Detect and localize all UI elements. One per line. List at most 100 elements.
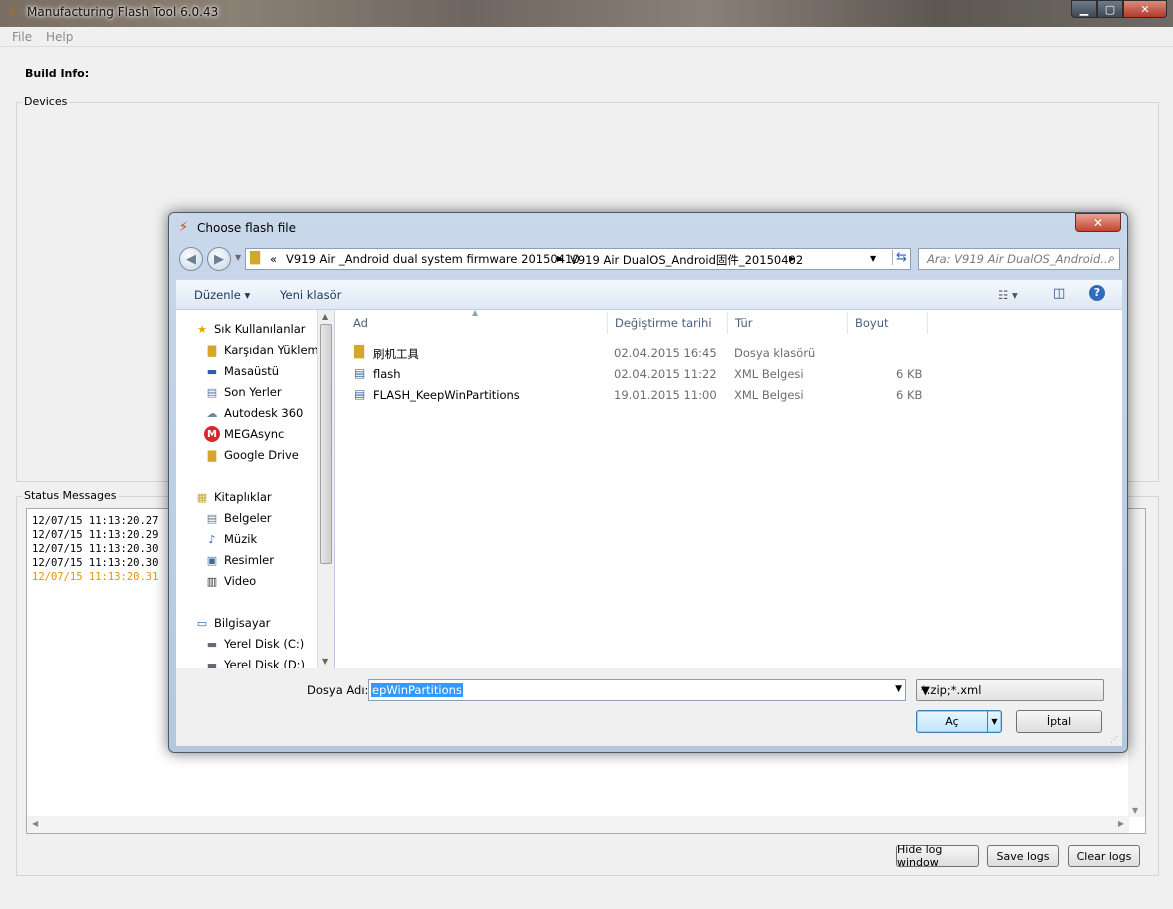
build-info-label: Build Info:: [25, 67, 90, 80]
nav-item-desktop[interactable]: ▬ Masaüstü: [204, 362, 279, 380]
search-box[interactable]: Ara: V919 Air DualOS_Android... ⌕: [918, 248, 1120, 270]
filename-selected-text: epWinPartitions: [371, 683, 463, 697]
new-folder-button[interactable]: Yeni klasör: [280, 288, 341, 302]
file-list-pane: ▲ Ad Değiştirme tarihi Tür Boyut ▇ 刷机工具 …: [335, 308, 1122, 668]
open-button[interactable]: Aç ▼: [916, 710, 1002, 733]
forward-button[interactable]: ▶: [207, 247, 231, 271]
breadcrumb-segment-2[interactable]: V919 Air DualOS_Android固件_20150402: [570, 252, 803, 268]
log-line: 12/07/15 11:13:20.27: [32, 515, 159, 527]
search-input[interactable]: Ara: V919 Air DualOS_Android...: [927, 252, 1111, 266]
dialog-close-button[interactable]: ✕: [1075, 213, 1121, 232]
devices-label: Devices: [22, 95, 70, 108]
refresh-icon[interactable]: ⇆: [892, 250, 907, 265]
sort-ascending-icon: ▲: [472, 308, 479, 317]
computer-icon: ▭: [196, 616, 208, 630]
maximize-button[interactable]: ▢: [1097, 0, 1123, 18]
nav-item-disk-d[interactable]: ▬ Yerel Disk (D:): [204, 656, 305, 668]
dialog-title: Choose flash file: [197, 221, 296, 235]
search-icon[interactable]: ⌕: [1108, 251, 1115, 266]
file-type-select[interactable]: *.zip;*.xml ▼: [916, 679, 1104, 701]
column-separator[interactable]: [607, 312, 608, 334]
app-flash-icon: ⚡: [8, 5, 17, 19]
filename-label: Dosya Adı:: [307, 683, 369, 697]
nav-item-google-drive[interactable]: ▇ Google Drive: [204, 446, 299, 464]
star-icon: ★: [197, 322, 207, 336]
column-separator[interactable]: [927, 312, 928, 334]
address-bar[interactable]: ▇ « V919 Air _Android dual system firmwa…: [245, 248, 911, 270]
breadcrumb-overflow[interactable]: «: [270, 252, 277, 266]
nav-libraries[interactable]: ▦ Kitaplıklar: [194, 488, 272, 506]
desktop-icon: ▬: [206, 364, 218, 378]
arrow-left-icon: ◀: [186, 251, 196, 267]
file-type-dropdown-icon: ▼: [921, 683, 930, 697]
scroll-left-icon: ◀: [32, 819, 39, 828]
mega-icon: M: [204, 426, 220, 442]
close-button[interactable]: ✕: [1123, 0, 1167, 18]
address-dropdown-icon[interactable]: ▼: [870, 254, 876, 263]
back-button[interactable]: ◀: [179, 247, 203, 271]
column-separator[interactable]: [847, 312, 848, 334]
nav-computer[interactable]: ▭ Bilgisayar: [194, 614, 271, 632]
breadcrumb-chevron-icon[interactable]: ▶: [789, 254, 795, 263]
nav-item-downloads[interactable]: ▇ Karşıdan Yüklem: [204, 341, 319, 359]
column-modified[interactable]: Değiştirme tarihi: [615, 316, 712, 330]
nav-item-pictures[interactable]: ▣ Resimler: [204, 551, 274, 569]
nav-item-documents[interactable]: ▤ Belgeler: [204, 509, 272, 527]
save-logs-button[interactable]: Save logs: [987, 845, 1059, 867]
dialog-toolbar: Düzenle ▾ Yeni klasör ☷ ▾ ◫ ?: [176, 279, 1122, 310]
file-row[interactable]: ▤ flash 02.04.2015 11:22 XML Belgesi 6 K…: [353, 364, 993, 384]
resize-grip-icon[interactable]: ⋰: [1110, 735, 1118, 744]
nav-item-recent[interactable]: ▤ Son Yerler: [204, 383, 282, 401]
folder-icon: ▇: [250, 250, 260, 265]
organize-button[interactable]: Düzenle ▾: [194, 288, 250, 302]
nav-item-videos[interactable]: ▥ Video: [204, 572, 256, 590]
nav-item-music[interactable]: ♪ Müzik: [204, 530, 257, 548]
recent-places-icon: ▤: [206, 385, 218, 399]
filename-input[interactable]: epWinPartitions ▼: [368, 679, 906, 701]
log-vertical-scrollbar[interactable]: ▼: [1128, 509, 1145, 817]
view-options-icon[interactable]: ☷ ▾: [998, 288, 1018, 302]
hide-log-button[interactable]: Hide log window: [896, 843, 979, 869]
clear-logs-button[interactable]: Clear logs: [1068, 845, 1140, 867]
column-size[interactable]: Boyut: [855, 316, 889, 330]
choose-file-dialog: ⚡ Choose flash file ✕ ◀ ▶ ▼ ▇ « V919 Air…: [168, 212, 1128, 753]
breadcrumb-segment-1[interactable]: V919 Air _Android dual system firmware 2…: [286, 252, 580, 266]
window-controls: ▁ ▢ ✕: [1071, 0, 1167, 18]
minimize-button[interactable]: ▁: [1071, 0, 1097, 18]
nav-item-disk-c[interactable]: ▬ Yerel Disk (C:): [204, 635, 304, 653]
column-separator[interactable]: [727, 312, 728, 334]
nav-scrollbar[interactable]: ▲ ▼: [317, 310, 334, 668]
dialog-bottom-bar: Dosya Adı: epWinPartitions ▼ *.zip;*.xml…: [176, 668, 1122, 746]
nav-item-autodesk[interactable]: ☁ Autodesk 360: [204, 404, 304, 422]
column-type[interactable]: Tür: [735, 316, 752, 330]
xml-file-icon: ▤: [354, 366, 366, 380]
help-icon[interactable]: ?: [1089, 285, 1105, 301]
folder-icon: ▇: [354, 344, 364, 359]
disk-icon: ▬: [206, 658, 218, 669]
menu-help[interactable]: Help: [46, 30, 73, 44]
nav-item-megasync[interactable]: M MEGAsync: [204, 425, 284, 443]
nav-scroll-thumb[interactable]: [320, 324, 332, 564]
cancel-button[interactable]: İptal: [1016, 710, 1102, 733]
filename-dropdown-icon[interactable]: ▼: [895, 684, 902, 694]
file-row[interactable]: ▤ FLASH_KeepWinPartitions 19.01.2015 11:…: [353, 385, 993, 405]
file-row[interactable]: ▇ 刷机工具 02.04.2015 16:45 Dosya klasörü: [353, 343, 993, 363]
arrow-right-icon: ▶: [214, 251, 224, 267]
downloads-folder-icon: ▇: [207, 343, 217, 357]
open-dropdown-icon[interactable]: ▼: [987, 711, 1001, 732]
dialog-flash-icon: ⚡: [179, 220, 189, 235]
breadcrumb-chevron-icon[interactable]: ▶: [557, 254, 563, 263]
window-title: Manufacturing Flash Tool 6.0.43: [27, 5, 219, 19]
menu-file[interactable]: File: [12, 30, 32, 44]
nav-favorites[interactable]: ★ Sık Kullanılanlar: [194, 320, 305, 338]
history-dropdown-icon[interactable]: ▼: [235, 253, 241, 262]
documents-icon: ▤: [206, 511, 218, 525]
log-horizontal-scrollbar[interactable]: ◀ ▶: [27, 816, 1129, 833]
preview-pane-icon[interactable]: ◫: [1053, 286, 1065, 301]
column-name[interactable]: Ad: [353, 316, 368, 330]
main-title-bar: ⚡ Manufacturing Flash Tool 6.0.43 ▁ ▢ ✕: [0, 0, 1173, 27]
status-label: Status Messages: [22, 489, 119, 502]
scroll-down-icon: ▼: [1132, 806, 1139, 815]
menu-bar: File Help: [0, 27, 1173, 47]
libraries-icon: ▦: [196, 490, 208, 504]
